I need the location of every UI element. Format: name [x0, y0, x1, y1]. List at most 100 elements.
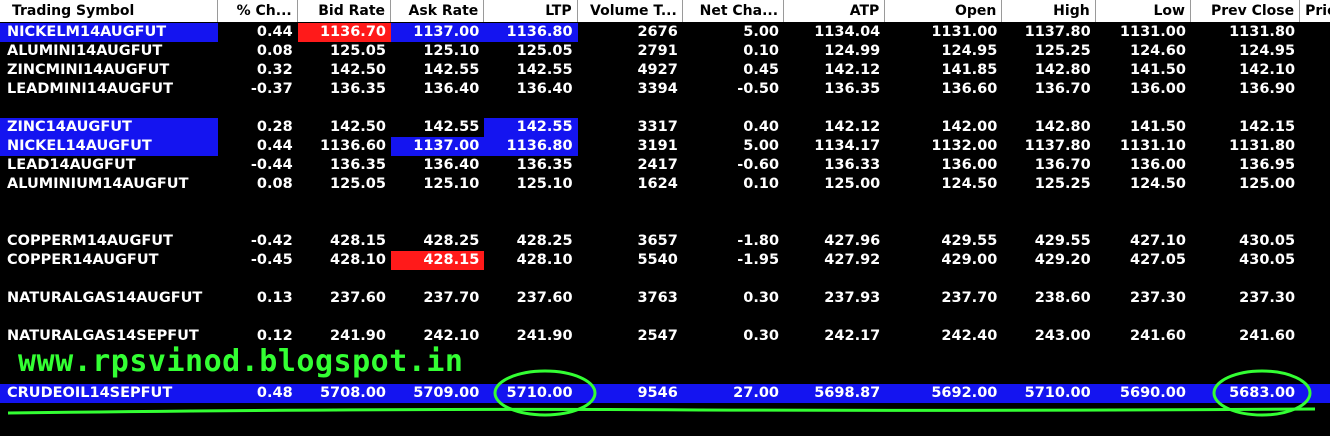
cell-symbol: ALUMINIUM14AUGFUT — [7, 176, 189, 192]
cell-net: 27.00 — [733, 385, 780, 401]
cell-vol: 9546 — [637, 385, 678, 401]
cell-atp: 242.17 — [824, 328, 881, 344]
column-header-open[interactable]: Open — [885, 0, 1003, 22]
cell-vol: 2676 — [637, 24, 678, 40]
table-row[interactable]: CRUDEOIL14SEPFUT 0.48 5708.00 5709.00 5710.0… — [0, 384, 1330, 403]
table-row[interactable]: LEADMINI14AUGFUT -0.37 136.35 136.40 136.40 3… — [0, 80, 1330, 99]
cell-high: 142.80 — [1034, 62, 1091, 78]
cell-open: 429.00 — [941, 252, 998, 268]
table-row[interactable]: COPPERM14AUGFUT -0.42 428.15 428.25 428.25 36… — [0, 232, 1330, 251]
cell-prev: 142.15 — [1239, 119, 1296, 135]
cell-prev: 237.30 — [1239, 290, 1296, 306]
cell-bid: 136.35 — [330, 81, 386, 97]
cell-prev: 1131.80 — [1229, 138, 1296, 154]
cell-atp: 125.00 — [824, 176, 881, 192]
column-header-prev[interactable]: Prev Close — [1191, 0, 1301, 22]
cell-net: -1.80 — [737, 233, 780, 249]
cell-vol: 4927 — [637, 62, 678, 78]
cell-ltp: 142.55 — [484, 118, 578, 137]
cell-ask: 237.70 — [423, 290, 480, 306]
cell-net: 0.45 — [743, 62, 780, 78]
cell-low: 1131.10 — [1119, 138, 1186, 154]
table-row[interactable]: LEAD14AUGFUT -0.44 136.35 136.40 136.35 2417 -… — [0, 156, 1330, 175]
cell-atp: 136.33 — [824, 157, 881, 173]
cell-ask: 142.55 — [423, 119, 480, 135]
cell-prev: 136.90 — [1239, 81, 1296, 97]
cell-prev: 241.60 — [1239, 328, 1296, 344]
cell-prev: 125.00 — [1239, 176, 1296, 192]
column-header-ask[interactable]: Ask Rate — [391, 0, 485, 22]
cell-pri — [1300, 289, 1330, 308]
cell-ask: 136.40 — [423, 81, 480, 97]
column-header-vol[interactable]: Volume T... — [578, 0, 683, 22]
column-header-net[interactable]: Net Cha... — [683, 0, 785, 22]
cell-low: 136.00 — [1129, 157, 1186, 173]
cell-pct: 0.44 — [256, 24, 293, 40]
cell-high: 238.60 — [1034, 290, 1091, 306]
cell-atp: 237.93 — [824, 290, 881, 306]
cell-atp: 5698.87 — [814, 385, 881, 401]
table-row[interactable]: COPPER14AUGFUT -0.45 428.10 428.15 428.10 554… — [0, 251, 1330, 270]
cell-open: 142.00 — [941, 119, 998, 135]
cell-pri — [1300, 42, 1330, 61]
cell-pri — [1300, 384, 1330, 403]
column-header-high[interactable]: High — [1002, 0, 1096, 22]
cell-net: 0.10 — [743, 43, 780, 59]
cell-pri — [1300, 175, 1330, 194]
column-header-low[interactable]: Low — [1096, 0, 1191, 22]
underline-annotation — [7, 407, 1316, 415]
cell-open: 242.40 — [941, 328, 998, 344]
cell-atp: 427.92 — [824, 252, 881, 268]
cell-prev: 142.10 — [1239, 62, 1296, 78]
cell-bid: 5708.00 — [319, 385, 386, 401]
cell-vol: 1624 — [637, 176, 678, 192]
watermark-text: www.rpsvinod.blogspot.in — [18, 344, 464, 379]
cell-low: 427.05 — [1129, 252, 1186, 268]
cell-ltp: 428.10 — [516, 252, 573, 268]
table-row[interactable]: ALUMINIUM14AUGFUT 0.08 125.05 125.10 125.10 1… — [0, 175, 1330, 194]
cell-high: 1137.80 — [1024, 24, 1091, 40]
column-header-ltp[interactable]: LTP — [484, 0, 578, 22]
cell-pct: -0.44 — [250, 157, 293, 173]
cell-open: 136.60 — [941, 81, 998, 97]
cell-bid: 142.50 — [330, 62, 386, 78]
cell-vol: 2791 — [637, 43, 678, 59]
table-row[interactable]: NICKEL14AUGFUT 0.44 1136.60 1137.00 1136.80 3… — [0, 137, 1330, 156]
cell-symbol: LEAD14AUGFUT — [7, 157, 136, 173]
cell-prev: 124.95 — [1239, 43, 1296, 59]
cell-open: 136.00 — [941, 157, 998, 173]
table-row[interactable]: NICKELM14AUGFUT 0.44 1136.70 1137.00 1136.80… — [0, 23, 1330, 42]
column-header-atp[interactable]: ATP — [784, 0, 886, 22]
table-row[interactable]: ZINCMINI14AUGFUT 0.32 142.50 142.55 142.55 49… — [0, 61, 1330, 80]
cell-symbol: ZINC14AUGFUT — [0, 118, 219, 137]
cell-ltp: 237.60 — [516, 290, 573, 306]
cell-symbol: LEADMINI14AUGFUT — [7, 81, 173, 97]
cell-open: 124.50 — [941, 176, 998, 192]
table-row[interactable]: ALUMINI14AUGFUT 0.08 125.05 125.10 125.05 279… — [0, 42, 1330, 61]
cell-low: 237.30 — [1129, 290, 1186, 306]
cell-pri — [1300, 23, 1330, 42]
cell-bid: 125.05 — [330, 43, 386, 59]
table-row[interactable]: ZINC14AUGFUT 0.28 142.50 142.55 142.55 3317 0.… — [0, 118, 1330, 137]
cell-high: 5710.00 — [1024, 385, 1091, 401]
cell-symbol: CRUDEOIL14SEPFUT — [7, 385, 173, 401]
column-header-pct[interactable]: % Ch... — [218, 0, 298, 22]
column-header-bid[interactable]: Bid Rate — [298, 0, 392, 22]
column-header-symbol[interactable]: Trading Symbol — [0, 0, 219, 22]
cell-high: 125.25 — [1034, 43, 1091, 59]
cell-ltp: 241.90 — [516, 328, 573, 344]
cell-vol: 3394 — [637, 81, 678, 97]
cell-open: 124.95 — [941, 43, 998, 59]
cell-low: 1131.00 — [1119, 24, 1186, 40]
column-header-pri[interactable]: Pric — [1300, 0, 1330, 22]
table-row[interactable]: NATURALGAS14AUGFUT 0.13 237.60 237.70 237.60… — [0, 289, 1330, 308]
cell-net: 0.40 — [743, 119, 780, 135]
cell-low: 5690.00 — [1119, 385, 1186, 401]
cell-atp: 427.96 — [824, 233, 881, 249]
cell-vol: 3657 — [637, 233, 678, 249]
cell-high: 142.80 — [1034, 119, 1091, 135]
cell-ask: 136.40 — [423, 157, 480, 173]
cell-vol: 5540 — [637, 252, 678, 268]
cell-ltp: 5710.00 — [506, 385, 573, 401]
cell-prev: 430.05 — [1239, 252, 1296, 268]
